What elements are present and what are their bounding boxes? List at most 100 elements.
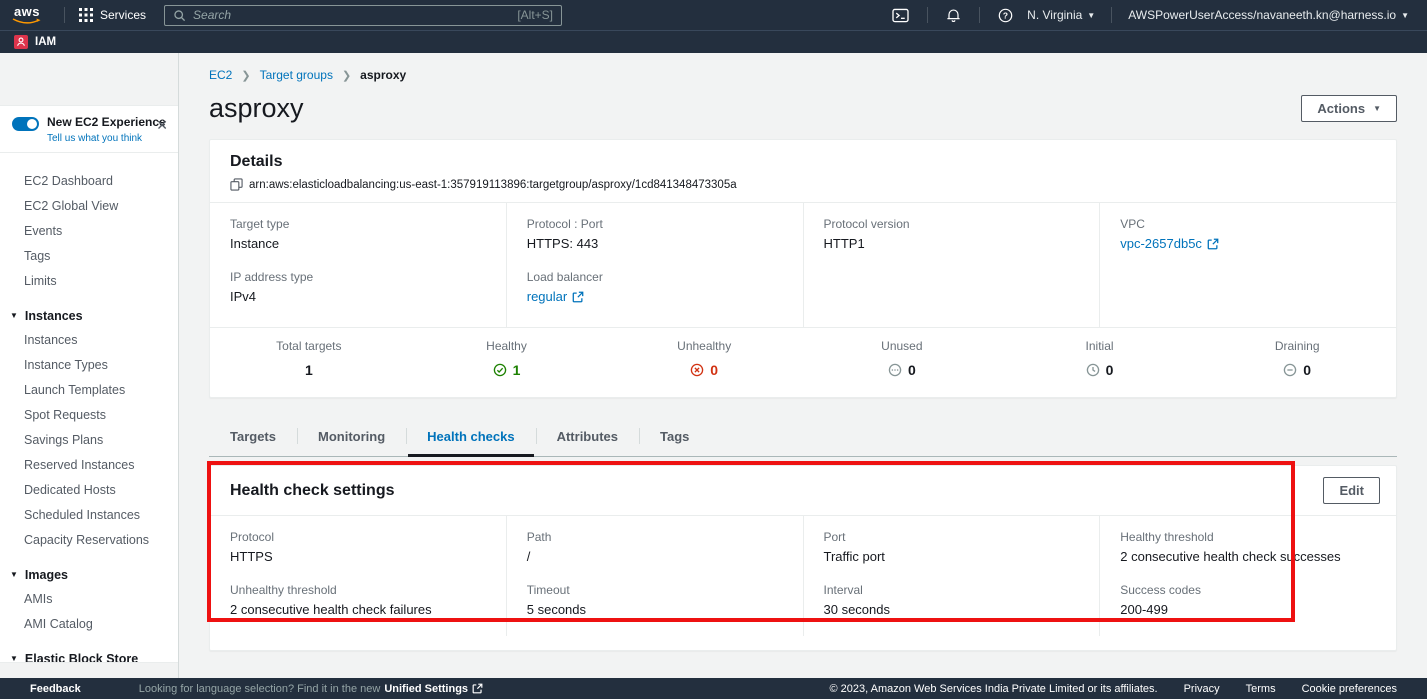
edit-label: Edit bbox=[1339, 483, 1364, 498]
field-label: Interval bbox=[824, 583, 1080, 597]
sidebar-item-ami-catalog[interactable]: AMI Catalog bbox=[0, 612, 178, 637]
services-menu-button[interactable]: Services bbox=[75, 8, 150, 22]
sidebar-item-tags[interactable]: Tags bbox=[0, 244, 178, 269]
breadcrumb-current: asproxy bbox=[360, 68, 406, 82]
section-label: Images bbox=[25, 568, 68, 582]
chevron-down-icon: ▼ bbox=[1373, 104, 1381, 113]
sidebar: New EC2 Experience Tell us what you thin… bbox=[0, 53, 179, 678]
divider bbox=[979, 7, 980, 23]
clock-circle-icon bbox=[1086, 363, 1100, 377]
iam-shortcut[interactable]: IAM bbox=[35, 36, 56, 48]
new-experience-toggle[interactable] bbox=[12, 117, 39, 131]
tab-targets[interactable]: Targets bbox=[209, 419, 297, 456]
sidebar-item-capacity-reservations[interactable]: Capacity Reservations bbox=[0, 528, 178, 553]
sidebar-spacer bbox=[0, 53, 178, 105]
chevron-right-icon: ❯ bbox=[241, 69, 250, 82]
region-selector[interactable]: N. Virginia ▼ bbox=[1021, 8, 1101, 22]
help-button[interactable]: ? bbox=[990, 8, 1021, 23]
stat-unused: Unused 0 bbox=[803, 339, 1001, 382]
sidebar-item-limits[interactable]: Limits bbox=[0, 269, 178, 294]
actions-button[interactable]: Actions ▼ bbox=[1301, 95, 1397, 122]
health-check-settings-card: Health check settings Edit ProtocolHTTPS… bbox=[209, 465, 1397, 651]
tab-health-checks[interactable]: Health checks bbox=[406, 419, 535, 456]
console-footer: Feedback Looking for language selection?… bbox=[0, 678, 1427, 699]
tab-tags[interactable]: Tags bbox=[639, 419, 710, 456]
health-check-settings-title: Health check settings bbox=[230, 482, 395, 500]
sidebar-item-events[interactable]: Events bbox=[0, 219, 178, 244]
sidebar-item-ec2-global-view[interactable]: EC2 Global View bbox=[0, 194, 178, 219]
svg-text:?: ? bbox=[1003, 10, 1008, 20]
stat-value: 0 bbox=[1303, 362, 1311, 378]
sidebar-section-images[interactable]: ▼ Images bbox=[0, 562, 178, 587]
stat-label: Draining bbox=[1198, 339, 1396, 353]
favorites-bar: IAM bbox=[0, 30, 1427, 53]
sidebar-footer-spacer bbox=[0, 662, 178, 678]
stat-draining: Draining 0 bbox=[1198, 339, 1396, 382]
aws-logo[interactable]: aws bbox=[12, 5, 42, 25]
tab-monitoring[interactable]: Monitoring bbox=[297, 419, 406, 456]
sidebar-section-instances[interactable]: ▼ Instances bbox=[0, 303, 178, 328]
ellipsis-circle-icon bbox=[888, 363, 902, 377]
sidebar-item-instance-types[interactable]: Instance Types bbox=[0, 353, 178, 378]
stat-unhealthy: Unhealthy 0 bbox=[605, 339, 803, 382]
toggle-knob bbox=[27, 119, 37, 129]
breadcrumb-ec2[interactable]: EC2 bbox=[209, 68, 232, 82]
edit-button[interactable]: Edit bbox=[1323, 477, 1380, 504]
cloudshell-button[interactable] bbox=[884, 8, 917, 23]
notifications-button[interactable] bbox=[938, 8, 969, 23]
sidebar-item-ec2-dashboard[interactable]: EC2 Dashboard bbox=[0, 169, 178, 194]
divider bbox=[64, 7, 65, 23]
field-label: Healthy threshold bbox=[1120, 530, 1376, 544]
sidebar-item-scheduled-instances[interactable]: Scheduled Instances bbox=[0, 503, 178, 528]
aws-console-page: aws Services [Alt+S] ? bbox=[0, 0, 1427, 699]
field-value: HTTP1 bbox=[824, 236, 1080, 251]
sidebar-item-reserved-instances[interactable]: Reserved Instances bbox=[0, 453, 178, 478]
privacy-link[interactable]: Privacy bbox=[1184, 683, 1220, 695]
region-label: N. Virginia bbox=[1027, 8, 1082, 22]
services-label: Services bbox=[100, 8, 146, 22]
search-input[interactable] bbox=[193, 8, 510, 22]
target-health-summary: Total targets 1 Healthy 1 Unhealthy 0 Un… bbox=[210, 327, 1396, 397]
field-label: Timeout bbox=[527, 583, 783, 597]
stat-value: 0 bbox=[710, 362, 718, 378]
sidebar-item-launch-templates[interactable]: Launch Templates bbox=[0, 378, 178, 403]
tab-attributes[interactable]: Attributes bbox=[536, 419, 639, 456]
aws-smile-icon bbox=[12, 18, 42, 25]
health-check-column: Path/ Timeout5 seconds bbox=[506, 516, 803, 636]
unified-settings-link[interactable]: Unified Settings bbox=[384, 683, 468, 695]
stat-label: Healthy bbox=[408, 339, 606, 353]
x-circle-icon bbox=[690, 363, 704, 377]
details-column: Protocol : PortHTTPS: 443 Load balancer … bbox=[506, 203, 803, 327]
field-value: IPv4 bbox=[230, 289, 486, 304]
details-column: Protocol version HTTP1 bbox=[803, 203, 1100, 327]
load-balancer-link[interactable]: regular bbox=[527, 289, 584, 304]
global-search[interactable]: [Alt+S] bbox=[164, 5, 562, 26]
vpc-link[interactable]: vpc-2657db5c bbox=[1120, 236, 1219, 251]
sidebar-item-amis[interactable]: AMIs bbox=[0, 587, 178, 612]
sidebar-item-dedicated-hosts[interactable]: Dedicated Hosts bbox=[0, 478, 178, 503]
tell-us-link[interactable]: Tell us what you think bbox=[47, 133, 166, 144]
stat-value: 1 bbox=[305, 362, 313, 378]
breadcrumb-target-groups[interactable]: Target groups bbox=[260, 68, 333, 82]
actions-label: Actions bbox=[1317, 101, 1365, 116]
close-icon[interactable]: ✕ bbox=[156, 118, 168, 132]
detail-tabs: Targets Monitoring Health checks Attribu… bbox=[209, 419, 1397, 457]
field-value: 5 seconds bbox=[527, 602, 783, 617]
sidebar-item-spot-requests[interactable]: Spot Requests bbox=[0, 403, 178, 428]
health-check-column: Healthy threshold2 consecutive health ch… bbox=[1099, 516, 1396, 636]
details-title: Details bbox=[230, 153, 1376, 171]
copy-icon[interactable] bbox=[230, 178, 243, 191]
top-navbar: aws Services [Alt+S] ? bbox=[0, 0, 1427, 30]
grid-icon bbox=[79, 8, 93, 22]
account-menu[interactable]: AWSPowerUserAccess/navaneeth.kn@harness.… bbox=[1122, 8, 1415, 22]
field-label: Protocol version bbox=[824, 217, 1080, 231]
sidebar-item-instances[interactable]: Instances bbox=[0, 328, 178, 353]
sidebar-item-savings-plans[interactable]: Savings Plans bbox=[0, 428, 178, 453]
terms-link[interactable]: Terms bbox=[1246, 683, 1276, 695]
link-label: vpc-2657db5c bbox=[1120, 236, 1202, 251]
feedback-link[interactable]: Feedback bbox=[30, 683, 81, 695]
account-label: AWSPowerUserAccess/navaneeth.kn@harness.… bbox=[1128, 8, 1396, 22]
link-label: regular bbox=[527, 289, 567, 304]
stat-value: 1 bbox=[513, 362, 521, 378]
cookie-preferences-link[interactable]: Cookie preferences bbox=[1302, 683, 1397, 695]
